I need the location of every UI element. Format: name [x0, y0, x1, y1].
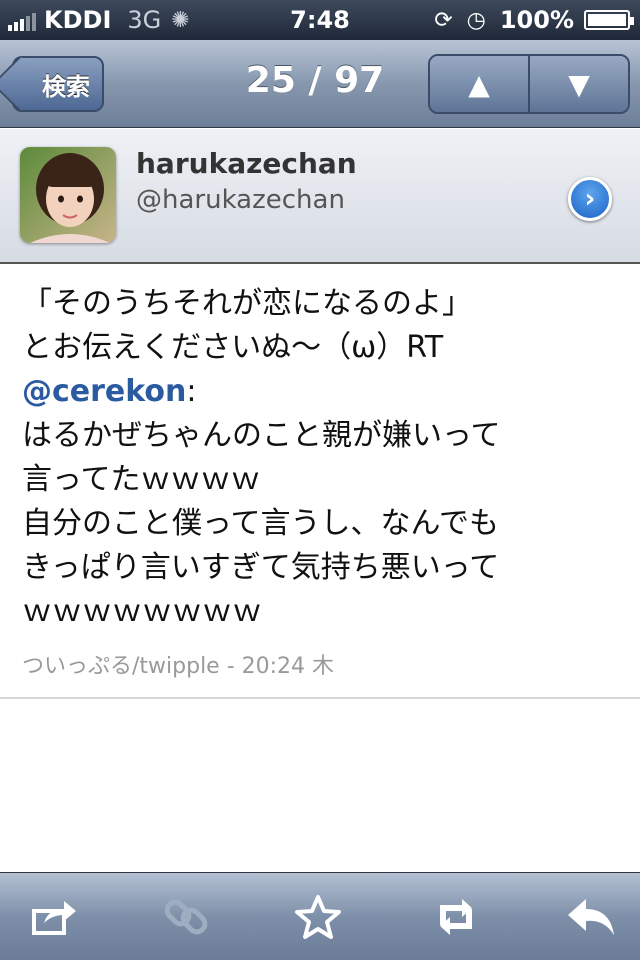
chevron-right-icon: ›	[584, 184, 596, 214]
reply-button[interactable]	[560, 889, 620, 945]
up-arrow-icon: ▲	[468, 67, 490, 101]
profile-header[interactable]: harukazechan @harukazechan ›	[0, 129, 640, 264]
tweet-meta: ついっぷる/twipple - 20:24 木	[22, 654, 335, 679]
tweet-line: @cerekon:	[22, 370, 622, 414]
copy-link-button[interactable]	[156, 889, 216, 945]
favorite-button[interactable]	[288, 889, 348, 945]
favorite-star-icon	[295, 895, 341, 939]
reply-icon	[568, 899, 614, 935]
status-bar: KDDI 3G ✺ 7:48 ⟳ ◷ 100%	[0, 0, 640, 40]
screen-name: @harukazechan	[136, 185, 345, 215]
bottom-toolbar	[0, 872, 640, 960]
tweet-line: 「そのうちそれが恋になるのよ」	[22, 286, 472, 321]
back-button-label: 検索	[42, 72, 90, 101]
alarm-icon: ◷	[466, 7, 486, 33]
share-icon	[32, 901, 76, 935]
page-title: 25 / 97	[245, 60, 385, 101]
status-right: ⟳ ◷ 100%	[434, 6, 634, 34]
display-name: harukazechan	[136, 147, 357, 180]
retweet-icon	[440, 899, 472, 935]
detail-disclosure-button[interactable]: ›	[568, 177, 612, 221]
down-arrow-icon: ▼	[568, 67, 590, 101]
share-button[interactable]	[24, 889, 84, 945]
tweet-line: とお伝えくださいぬ〜（ω）RT	[22, 330, 444, 365]
tweet-line: 自分のこと僕って言うし、なんでも	[22, 506, 499, 541]
avatar[interactable]	[20, 147, 116, 243]
tweet-line: ｗｗｗｗｗｗｗｗ	[22, 594, 262, 629]
tweet-line: きっぱり言いすぎて気持ち悪いって	[22, 550, 500, 585]
previous-button[interactable]: ▲	[430, 56, 528, 112]
tweet-line: 言ってたｗｗｗｗ	[22, 462, 261, 497]
link-icon	[164, 899, 208, 935]
retweet-button[interactable]	[426, 889, 486, 945]
battery-percent: 100%	[499, 6, 574, 34]
tweet-text: 「そのうちそれが恋になるのよ」 とお伝えくださいぬ〜（ω）RT @cerekon…	[22, 282, 622, 634]
next-button[interactable]: ▼	[528, 56, 628, 112]
navigation-bar: 検索 25 / 97 ▲ ▼	[0, 40, 640, 128]
rotation-lock-icon: ⟳	[434, 7, 453, 33]
divider	[0, 697, 640, 699]
prev-next-segmented-control: ▲ ▼	[428, 54, 630, 114]
tweet-line: はるかぜちゃんのこと親が嫌いって	[22, 418, 501, 453]
mention-suffix: :	[186, 374, 197, 409]
battery-icon	[584, 10, 634, 30]
back-button[interactable]: 検索	[0, 55, 104, 113]
mention-link[interactable]: @cerekon	[22, 374, 186, 409]
